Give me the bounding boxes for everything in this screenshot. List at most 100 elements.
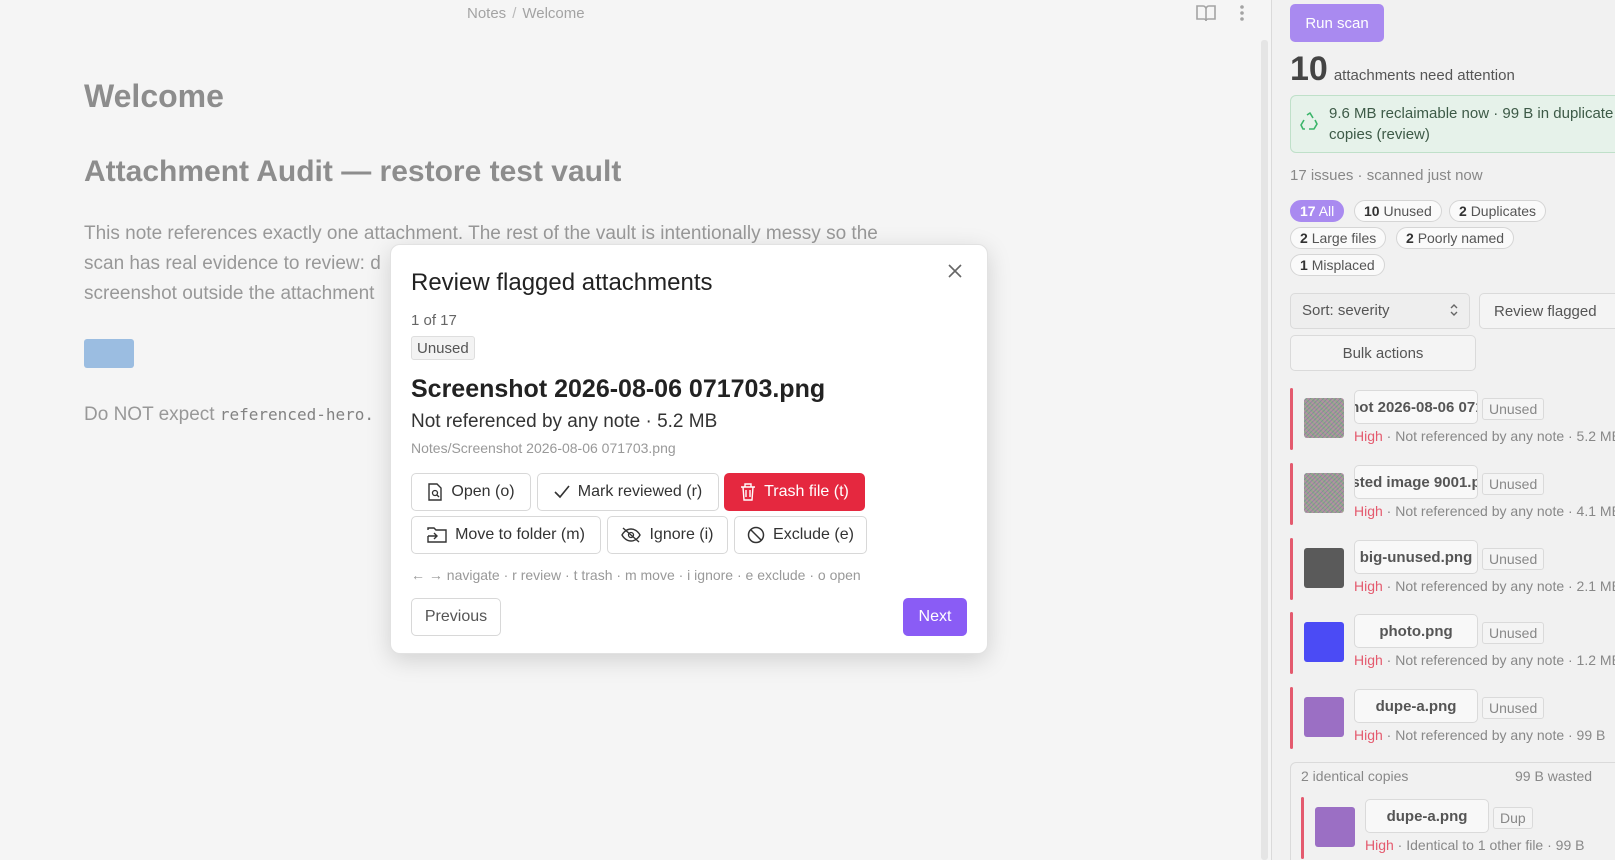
list-item[interactable]: big-unused.png Unused High · Not referen… [1290,538,1615,600]
filter-chip-duplicates[interactable]: 2 Duplicates [1449,200,1547,222]
file-name: big-unused.png [1359,548,1473,566]
severity-bar [1301,797,1304,859]
attention-text: attachments need attention [1333,67,1515,84]
chip-label: Poorly named [1417,230,1505,246]
filter-chip-misplaced[interactable]: 1 Misplaced [1290,254,1385,276]
file-meta-text: · Not referenced by any note · 1.2 MB [1382,652,1615,668]
file-thumbnail [1304,548,1344,588]
trash-file-button[interactable]: Trash file (t) [724,473,865,511]
file-name-button[interactable]: dupe-a.png [1354,689,1478,723]
filter-chip-large-files[interactable]: 2 Large files [1290,227,1387,249]
move-to-folder-button[interactable]: Move to folder (m) [411,516,601,554]
close-icon[interactable] [943,259,967,283]
duplicate-group-heading: 2 identical copies [1301,768,1409,784]
file-name: dupe-a.png [1386,807,1468,825]
file-meta-text: · Not referenced by any note · 5.2 MB [1382,428,1615,444]
status-badge: Unused [1482,548,1545,570]
folder-move-icon [427,527,447,543]
chip-label: Duplicates [1470,203,1537,219]
file-thumbnail [1315,807,1355,847]
filter-chip-all[interactable]: 17 All [1290,200,1345,222]
list-item[interactable]: Pasted image 9001.png Unused High · Not … [1290,463,1615,525]
mark-reviewed-label: Mark reviewed (r) [577,483,703,500]
review-counter: 1 of 17 [411,312,457,329]
filter-chip-unused[interactable]: 10 Unused [1354,200,1442,222]
bulk-actions-button[interactable]: Bulk actions [1290,335,1476,371]
severity-bar [1290,538,1293,600]
check-icon [554,485,570,499]
severity-label: High [1354,578,1383,594]
ignore-label: Ignore (i) [649,526,714,543]
file-meta: High · Not referenced by any note · 2.1 … [1354,578,1615,594]
file-thumbnail [1304,398,1344,438]
reclaimable-text: 9.6 MB reclaimable now · 99 B in duplica… [1329,105,1614,143]
duplicate-wasted: 99 B wasted [1515,768,1593,784]
list-item[interactable]: Screenshot 2026-08-06 071703.png Unused … [1290,388,1615,450]
ignore-button[interactable]: Ignore (i) [607,516,728,554]
review-filename: Screenshot 2026-08-06 071703.png [411,375,826,403]
mark-reviewed-button[interactable]: Mark reviewed (r) [537,473,719,511]
reclaimable-banner[interactable]: 9.6 MB reclaimable now · 99 B in duplica… [1290,95,1615,153]
list-item[interactable]: photo.png Unused High · Not referenced b… [1290,612,1615,674]
chevron-updown-icon [1449,303,1459,321]
review-modal: Review flagged attachments 1 of 17 Unuse… [390,244,988,654]
run-scan-button[interactable]: Run scan [1290,4,1384,42]
file-meta: High · Not referenced by any note · 1.2 … [1354,652,1615,668]
file-thumbnail [1304,622,1344,662]
exclude-button[interactable]: Exclude (e) [734,516,867,554]
file-name: Screenshot 2026-08-06 071703.png [1355,398,1477,416]
audit-sidebar: Run scan 10 attachments need attention 9… [1271,0,1615,860]
review-description: Not referenced by any note · 5.2 MB [411,411,718,432]
chip-count: 2 [1300,230,1308,246]
file-name-button[interactable]: dupe-a.png [1365,799,1489,833]
chip-label: Large files [1311,230,1377,246]
file-thumbnail [1304,473,1344,513]
file-name-button[interactable]: Pasted image 9001.png [1354,465,1478,499]
file-name-button[interactable]: photo.png [1354,614,1478,648]
issues-summary: 17 issues · scanned just now [1290,167,1483,184]
file-meta: High · Not referenced by any note · 99 B [1354,727,1615,743]
severity-label: High [1365,837,1394,853]
severity-bar [1290,388,1293,450]
chip-count: 2 [1406,230,1414,246]
exclude-label: Exclude (e) [773,526,854,543]
file-meta: High · Identical to 1 other file · 99 B [1365,837,1615,853]
open-label: Open (o) [451,483,515,500]
keyboard-hint: ← → navigate · r review · t trash · m mo… [411,567,861,583]
severity-label: High [1354,503,1383,519]
severity-label: High [1354,652,1383,668]
move-to-folder-label: Move to folder (m) [455,526,585,543]
chip-label: Misplaced [1311,257,1375,273]
severity-bar [1290,687,1293,749]
recycle-icon [1300,112,1320,138]
open-button[interactable]: Open (o) [411,473,531,511]
file-name: photo.png [1379,622,1453,640]
list-item[interactable]: dupe-a.png Dup High · Identical to 1 oth… [1301,797,1615,859]
trash-icon [741,483,756,501]
duplicate-group: 2 identical copies 99 B wasted dupe-a.pn… [1290,762,1615,860]
file-meta-text: · Not referenced by any note · 99 B [1382,727,1606,743]
previous-button[interactable]: Previous [411,598,501,636]
attention-count: 10 [1290,50,1328,88]
status-badge: Dup [1493,807,1533,829]
severity-label: High [1354,727,1383,743]
status-badge: Unused [1482,697,1545,719]
file-name-button[interactable]: big-unused.png [1354,540,1478,574]
sort-select[interactable]: Sort: severity [1290,293,1470,329]
severity-bar [1290,612,1293,674]
chip-count: 17 [1300,203,1316,219]
eye-off-icon [621,527,642,543]
list-item[interactable]: dupe-a.png Unused High · Not referenced … [1290,687,1615,749]
review-path: Notes/Screenshot 2026-08-06 071703.png [411,440,676,456]
sort-label: Sort: severity [1302,302,1390,319]
file-meta: High · Not referenced by any note · 4.1 … [1354,503,1615,519]
next-button[interactable]: Next [903,598,967,636]
review-flagged-button[interactable]: Review flagged [1479,293,1615,329]
status-badge: Unused [1482,473,1545,495]
filter-chip-poorly-named[interactable]: 2 Poorly named [1396,227,1515,249]
modal-title: Review flagged attachments [411,269,713,296]
file-name: dupe-a.png [1375,697,1457,715]
severity-bar [1290,463,1293,525]
file-search-icon [428,483,443,501]
file-name-button[interactable]: Screenshot 2026-08-06 071703.png [1354,390,1478,424]
